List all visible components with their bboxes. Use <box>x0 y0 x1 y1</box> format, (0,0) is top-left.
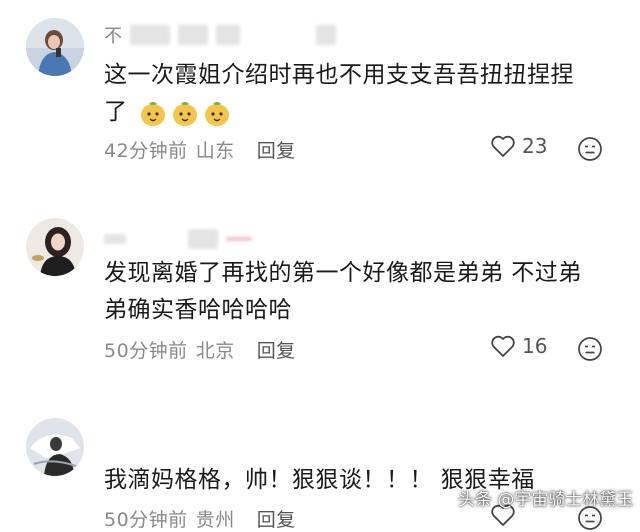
like-button[interactable]: 23 <box>490 134 547 158</box>
username-blurred[interactable]: 不 <box>104 24 336 47</box>
mango-emoji-icon <box>173 101 198 126</box>
reply-button[interactable]: 回复 <box>257 336 296 363</box>
emoji-group <box>139 99 231 127</box>
comment-meta: 50分钟前 北京 回复 <box>104 336 296 363</box>
comment-location: 山东 <box>195 140 235 162</box>
avatar[interactable] <box>26 218 84 276</box>
comment-text: 这一次霞姐介绍时再也不用支支吾吾扭扭捏捏 了 <box>104 57 614 131</box>
username-blurred[interactable] <box>104 228 252 250</box>
watermark: 头条 @宇宙骑士林黛玉 <box>458 490 634 510</box>
like-count: 23 <box>522 134 548 158</box>
mango-emoji-icon <box>205 101 230 126</box>
heart-outline-icon <box>491 135 515 157</box>
neutral-face-icon[interactable] <box>577 136 603 162</box>
like-button[interactable]: 16 <box>490 334 547 358</box>
username-initial: 不 <box>104 26 122 47</box>
comment-time: 42分钟前 <box>104 140 188 162</box>
avatar[interactable] <box>26 418 84 476</box>
heart-outline-icon <box>491 335 515 357</box>
like-count: 16 <box>522 334 548 358</box>
avatar[interactable] <box>26 18 84 76</box>
comment-line: 这一次霞姐介绍时再也不用支支吾吾扭扭捏捏 <box>104 62 574 88</box>
comment-line-2: 弟确实香哈哈哈哈 <box>104 297 292 323</box>
comment-meta: 42分钟前 山东 回复 <box>104 136 296 163</box>
comment-text: 发现离婚了再找的第一个好像都是弟弟 不过弟 弟确实香哈哈哈哈 <box>104 255 614 329</box>
neutral-face-icon[interactable] <box>577 336 603 362</box>
comment-line: 发现离婚了再找的第一个好像都是弟弟 不过弟 <box>104 260 582 286</box>
reply-button[interactable]: 回复 <box>257 136 296 163</box>
comment-line-2: 了 <box>104 94 614 131</box>
mango-emoji-icon <box>141 101 166 126</box>
comment-location: 北京 <box>195 340 235 362</box>
comment-time: 50分钟前 <box>104 340 188 362</box>
